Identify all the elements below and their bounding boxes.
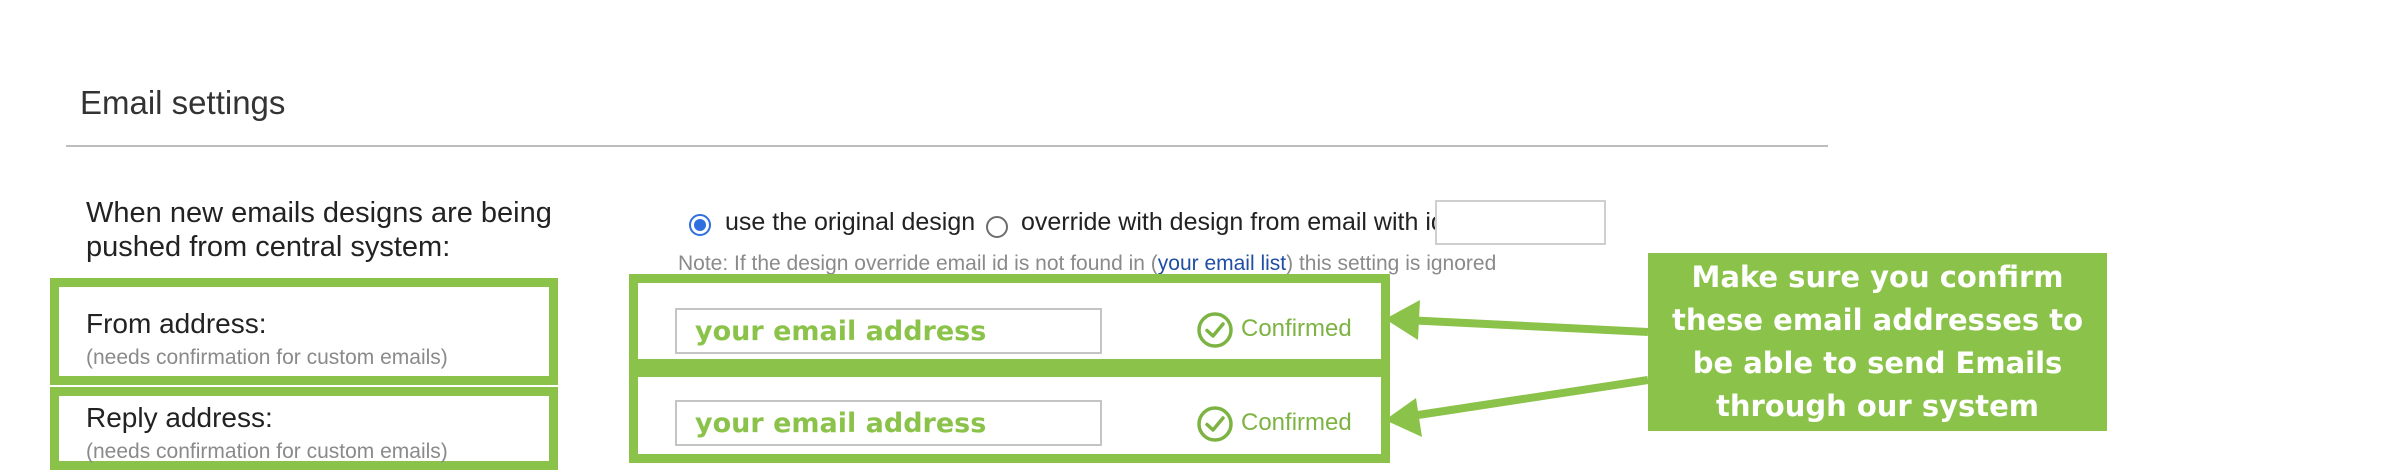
- from-address-label: From address:: [86, 308, 267, 339]
- reply-address-hint: (needs confirmation for custom emails): [86, 440, 448, 463]
- arrow-icon: [1385, 300, 1649, 340]
- callout-text: Make sure you confirm these email addres…: [1671, 260, 2084, 423]
- reply-address-input[interactable]: [675, 400, 1102, 446]
- design-push-label: When new emails designs are being pushed…: [86, 197, 552, 263]
- override-email-id-input[interactable]: [1435, 200, 1606, 245]
- email-list-link[interactable]: your email list: [1158, 252, 1286, 275]
- override-note-prefix: Note: If the design override email id is…: [678, 252, 1158, 275]
- radio-override-design-label[interactable]: override with design from email with id: [1021, 208, 1445, 237]
- arrow-icon: [1385, 376, 1649, 437]
- override-note-suffix: ) this setting is ignored: [1286, 252, 1497, 275]
- from-address-status: Confirmed: [1241, 315, 1352, 342]
- radio-original-design[interactable]: [689, 214, 711, 236]
- override-note: Note: If the design override email id is…: [678, 252, 1496, 276]
- section-title: Email settings: [80, 84, 286, 121]
- reply-address-status: Confirmed: [1241, 409, 1352, 436]
- radio-override-design[interactable]: [986, 216, 1008, 238]
- check-circle-icon: [1197, 406, 1233, 442]
- from-address-hint: (needs confirmation for custom emails): [86, 346, 448, 369]
- section-divider: [66, 145, 1828, 147]
- reply-address-label: Reply address:: [86, 402, 273, 433]
- callout-box: Make sure you confirm these email addres…: [1648, 253, 2107, 431]
- from-address-input[interactable]: [675, 308, 1102, 354]
- check-circle-icon: [1197, 312, 1233, 348]
- radio-original-design-label[interactable]: use the original design: [725, 208, 975, 237]
